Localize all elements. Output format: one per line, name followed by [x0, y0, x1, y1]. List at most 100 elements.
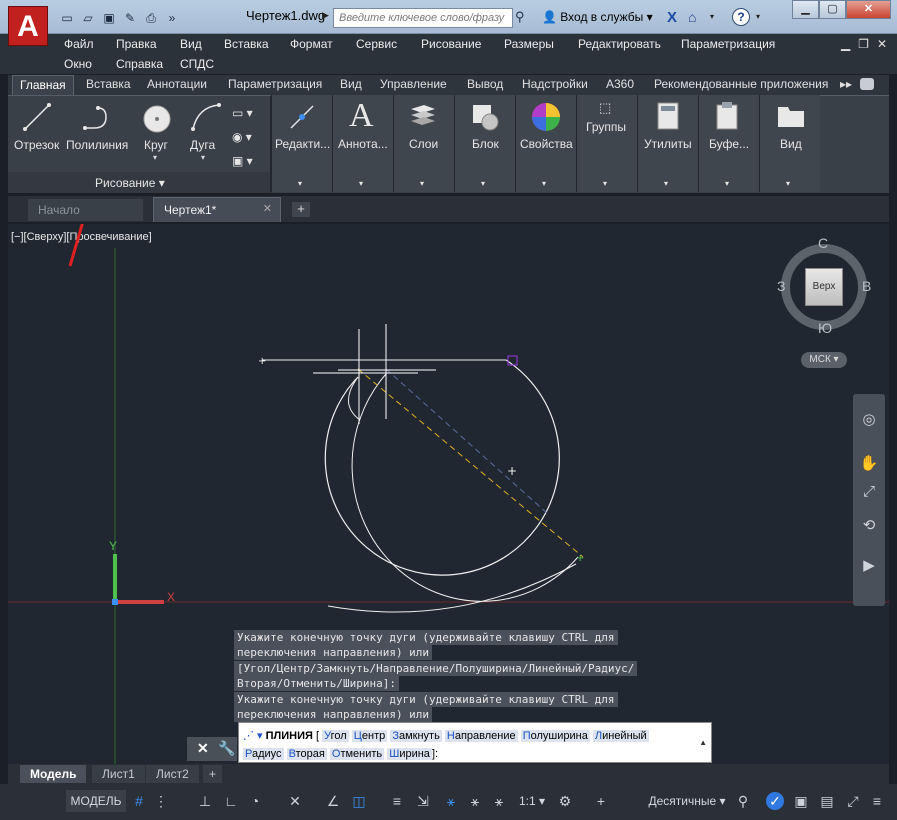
open-folder-icon[interactable]: ▱ — [79, 9, 97, 27]
line-button[interactable]: Отрезок — [14, 138, 59, 152]
viewcube-east[interactable]: В — [862, 278, 871, 294]
grid-icon[interactable]: # — [130, 792, 148, 810]
snap-icon[interactable]: ⋮ — [152, 792, 170, 810]
annotation-scale-menu[interactable]: 1:1 ▾ — [514, 790, 550, 812]
file-tab-close-icon[interactable]: ✕ — [263, 202, 272, 215]
binoculars-icon[interactable]: ⚲ — [515, 9, 525, 25]
close-window-icon[interactable]: ✕ — [846, 0, 891, 19]
customization-icon[interactable]: ≡ — [868, 792, 886, 810]
arc-button[interactable]: Дуга — [190, 138, 215, 152]
new-file-icon[interactable]: ▭ — [58, 9, 76, 27]
help-icon[interactable]: ? — [732, 8, 750, 26]
print-icon[interactable]: ⎙ — [142, 9, 160, 27]
viewcube-west[interactable]: З — [777, 278, 785, 294]
zoom-extents-icon[interactable]: ⤢ — [859, 482, 879, 502]
panel-properties[interactable]: Свойства ▾ — [515, 95, 576, 192]
workspace-gear-icon[interactable]: ⚙ — [556, 792, 574, 810]
annotation-autoscale-icon[interactable]: ⚹ — [466, 792, 484, 810]
wcs-menu[interactable]: МСК ▾ — [801, 352, 847, 368]
layout-tab-sheet1[interactable]: Лист1 — [92, 765, 145, 783]
panel-layers[interactable]: Слои ▾ — [393, 95, 454, 192]
layout-tab-sheet2[interactable]: Лист2 — [146, 765, 199, 783]
infer-constraints-icon[interactable]: ⊥ — [196, 792, 214, 810]
menu-edit[interactable]: Правка — [116, 37, 157, 51]
option-halfwidth[interactable]: Полуширина — [520, 730, 590, 742]
command-close-icon[interactable]: ✕ — [197, 740, 209, 757]
panel-groups[interactable]: ⬚ Группы ▾ — [576, 95, 637, 192]
file-tab-start[interactable]: Начало — [28, 199, 143, 221]
polyline-button[interactable]: Полилиния — [66, 138, 128, 152]
more-tabs-icon[interactable]: ▸▸ — [840, 77, 852, 91]
dynamic-input-icon[interactable]: ⇲ — [414, 792, 432, 810]
add-layout-button[interactable]: + — [203, 765, 223, 783]
steering-wheel-icon[interactable]: ◎ — [859, 410, 879, 430]
menu-spds[interactable]: СПДС — [180, 57, 214, 71]
option-radius[interactable]: Радиус — [243, 748, 284, 760]
save-icon[interactable]: ▣ — [100, 9, 118, 27]
units-menu[interactable]: Десятичные ▾ — [644, 790, 730, 812]
drawing-canvas[interactable]: [−][Сверху][Просвечивание] Y X + + + Вер… — [8, 224, 889, 764]
tab-insert[interactable]: Вставка — [86, 77, 131, 91]
circle-button[interactable]: Круг — [144, 138, 168, 152]
model-space-button[interactable]: МОДЕЛЬ — [66, 790, 126, 812]
layout-tab-model[interactable]: Модель — [20, 765, 87, 783]
option-center[interactable]: Центр — [351, 730, 388, 742]
tab-annotate[interactable]: Аннотации — [147, 77, 207, 91]
command-customize-icon[interactable]: 🔧 — [218, 740, 235, 757]
quick-properties-icon[interactable]: ⚲ — [734, 792, 752, 810]
panel-block[interactable]: Блок ▾ — [454, 95, 515, 192]
help-dropdown-icon[interactable]: ▾ — [756, 12, 760, 21]
fullscreen-icon[interactable]: ⤢ — [844, 792, 862, 810]
object-snap-icon[interactable]: ◫ — [350, 792, 368, 810]
maximize-icon[interactable]: ▢ — [819, 0, 846, 19]
command-recent-icon[interactable]: ⋰ ▾ — [243, 730, 263, 742]
annotation-scale-icon[interactable]: ⚹ — [490, 792, 508, 810]
doc-restore-icon[interactable]: ❐ — [858, 37, 869, 51]
tab-a360[interactable]: A360 — [606, 77, 634, 91]
viewcube-south[interactable]: Ю — [818, 320, 832, 336]
lineweight-icon[interactable]: ≡ — [388, 792, 406, 810]
tab-addins[interactable]: Надстройки — [522, 77, 588, 91]
annotation-monitor-icon[interactable]: + — [592, 792, 610, 810]
panel-modify[interactable]: Редакти... ▾ — [271, 95, 332, 192]
autodesk-app-icon[interactable]: ⌂ — [688, 9, 696, 25]
tab-home[interactable]: Главная — [12, 75, 74, 95]
draw-panel-title[interactable]: Рисование ▾ — [95, 176, 165, 190]
app-logo-button[interactable]: A — [8, 6, 48, 46]
option-line[interactable]: Линейный — [592, 730, 649, 742]
isodraft-icon[interactable]: ✕ — [286, 792, 304, 810]
menu-modify[interactable]: Редактировать — [578, 37, 661, 51]
file-tab-drawing[interactable]: Чертеж1* ✕ — [153, 197, 281, 222]
hatch-icon[interactable]: ◉ ▾ — [232, 130, 252, 144]
connect-dropdown-icon[interactable]: ▾ — [710, 12, 714, 21]
tab-manage[interactable]: Управление — [380, 77, 447, 91]
arc-dropdown-icon[interactable]: ▾ — [201, 153, 205, 162]
panel-view[interactable]: Вид ▾ — [759, 95, 820, 192]
menu-view[interactable]: Вид — [180, 37, 202, 51]
panel-utilities[interactable]: Утилиты ▾ — [637, 95, 698, 192]
doc-menu-arrow-icon[interactable]: ▶ — [322, 10, 329, 21]
pan-hand-icon[interactable]: ✋ — [859, 454, 879, 474]
clean-screen-icon[interactable]: ▤ — [818, 792, 836, 810]
tab-parametric[interactable]: Параметризация — [228, 77, 322, 91]
new-tab-button[interactable]: + — [292, 202, 310, 217]
option-undo[interactable]: Отменить — [329, 748, 385, 760]
menu-parametric[interactable]: Параметризация — [681, 37, 775, 51]
tab-view[interactable]: Вид — [340, 77, 362, 91]
ribbon-toggle-icon[interactable] — [860, 78, 874, 90]
doc-minimize-icon[interactable]: ▁ — [841, 37, 850, 51]
object-snap-tracking-icon[interactable]: ∠ — [324, 792, 342, 810]
option-close[interactable]: Замкнуть — [390, 730, 442, 742]
isolate-objects-icon[interactable]: ✓ — [766, 792, 784, 810]
showmotion-icon[interactable]: ▶ — [859, 556, 879, 576]
region-icon[interactable]: ▣ ▾ — [232, 154, 253, 168]
search-input[interactable]: Введите ключевое слово/фразу — [333, 8, 513, 28]
exchange-icon[interactable]: X — [667, 9, 677, 26]
command-line-input[interactable]: ⋰ ▾ ПЛИНИЯ [ Угол Центр Замкнуть Направл… — [238, 722, 712, 763]
option-width[interactable]: Ширина — [387, 748, 432, 760]
more-icon[interactable]: » — [163, 9, 181, 27]
option-second[interactable]: Вторая — [286, 748, 327, 760]
menu-tools[interactable]: Сервис — [356, 37, 397, 51]
viewcube-top-face[interactable]: Верх — [805, 268, 843, 306]
login-button[interactable]: 👤 Вход в службы ▾ — [542, 10, 653, 24]
